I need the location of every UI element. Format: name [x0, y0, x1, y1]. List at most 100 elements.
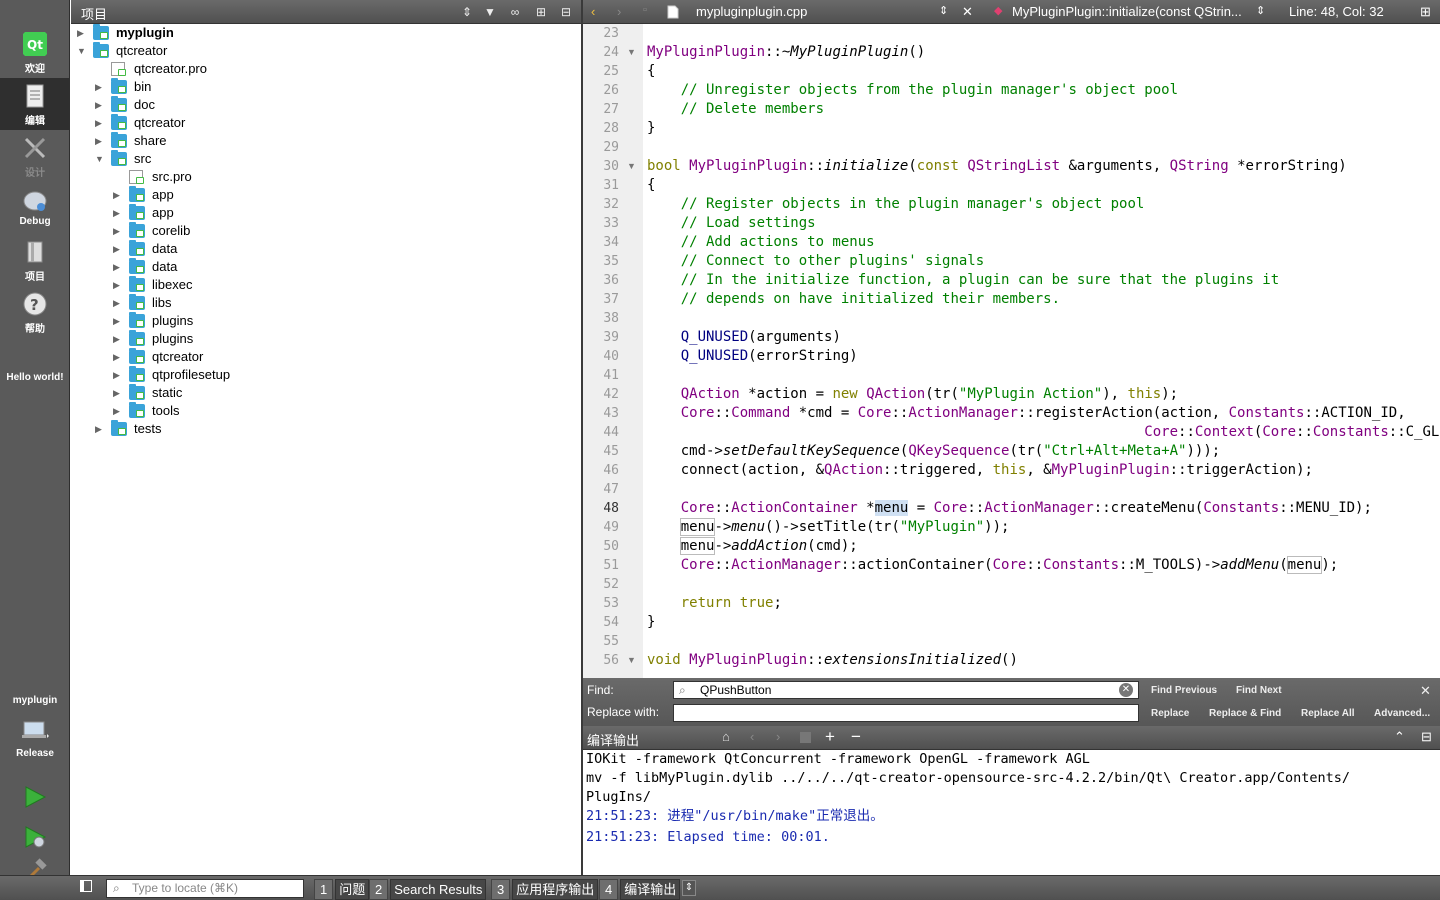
- expand-arrow-icon[interactable]: ▶: [113, 330, 123, 348]
- split-icon[interactable]: ⊞: [533, 4, 549, 20]
- split-editor-icon[interactable]: ⊞: [1420, 4, 1431, 20]
- filter-icon[interactable]: ▼: [482, 4, 498, 20]
- tab-name: Search Results: [390, 879, 487, 900]
- run-icon[interactable]: [22, 784, 48, 810]
- replace-find-button[interactable]: Replace & Find: [1209, 708, 1281, 719]
- mode-help[interactable]: ? 帮助: [0, 286, 70, 338]
- line-number: 43: [603, 406, 619, 421]
- line-number: 51: [603, 558, 619, 573]
- next-item-icon[interactable]: ›: [776, 729, 780, 744]
- replace-all-button[interactable]: Replace All: [1301, 708, 1355, 719]
- expand-arrow-icon[interactable]: ▶: [95, 420, 105, 438]
- tree-label: qtcreator.pro: [134, 61, 207, 76]
- line-number: 55: [603, 634, 619, 649]
- line-number: 53: [603, 596, 619, 611]
- fold-marker-icon[interactable]: ▼: [627, 157, 637, 176]
- expand-arrow-icon[interactable]: ▶: [95, 78, 105, 96]
- zoom-out-icon[interactable]: −: [851, 727, 861, 747]
- back-icon[interactable]: ‹: [591, 4, 595, 19]
- code-line: return true;: [680, 595, 782, 611]
- more-tabs-icon[interactable]: ⇕: [682, 880, 696, 896]
- tree-label: qtprofilesetup: [152, 367, 231, 382]
- tree-label: corelib: [152, 223, 191, 238]
- close-file-icon[interactable]: ✕: [962, 4, 973, 20]
- expand-arrow-icon[interactable]: ▶: [113, 240, 123, 258]
- kit-project-name[interactable]: myplugin: [0, 695, 70, 706]
- locator-input[interactable]: ⌕ Type to locate (⌘K): [106, 879, 304, 898]
- code-line: // depends on have initialized their mem…: [680, 291, 1061, 307]
- close-find-icon[interactable]: ✕: [1420, 683, 1431, 699]
- collapse-arrow-icon[interactable]: ▼: [95, 150, 105, 168]
- mode-welcome[interactable]: Qt 欢迎: [0, 26, 70, 78]
- stop-icon[interactable]: [800, 732, 811, 743]
- find-next-button[interactable]: Find Next: [1236, 685, 1282, 696]
- find-input[interactable]: ⌕ QPushButton ✕: [673, 681, 1139, 699]
- zoom-in-icon[interactable]: +: [825, 727, 835, 747]
- kit-selector-icon[interactable]: [21, 720, 49, 742]
- code-line: // Connect to other plugins' signals: [680, 253, 985, 269]
- fold-marker-icon[interactable]: ▼: [627, 43, 637, 62]
- expand-arrow-icon[interactable]: ▶: [113, 312, 123, 330]
- code-line: MyPluginPlugin::~MyPluginPlugin(): [647, 44, 926, 60]
- tab-issues[interactable]: 1 问题: [314, 879, 370, 900]
- previous-item-icon[interactable]: ‹: [750, 729, 754, 744]
- mode-edit[interactable]: 编辑: [0, 78, 70, 130]
- replace-button[interactable]: Replace: [1151, 708, 1189, 719]
- expand-arrow-icon[interactable]: ▶: [95, 114, 105, 132]
- expand-arrow-icon[interactable]: ▶: [113, 222, 123, 240]
- tab-search-results[interactable]: 2 Search Results: [369, 879, 487, 900]
- code-line: bool MyPluginPlugin::initialize(const QS…: [647, 158, 1347, 174]
- find-previous-button[interactable]: Find Previous: [1151, 685, 1217, 696]
- expand-arrow-icon[interactable]: ▶: [113, 348, 123, 366]
- kit-build-config[interactable]: Release: [0, 748, 70, 759]
- code-line: // Add actions to menus: [680, 234, 875, 250]
- collapse-arrow-icon[interactable]: ▼: [77, 42, 87, 60]
- code-line: Q_UNUSED(arguments): [680, 329, 841, 345]
- tab-compile-output[interactable]: 4 编译输出: [599, 879, 681, 900]
- tab-application-output[interactable]: 3 应用程序输出: [491, 879, 599, 900]
- expand-arrow-icon[interactable]: ▶: [113, 402, 123, 420]
- expand-arrow-icon[interactable]: ▶: [95, 96, 105, 114]
- line-number: 24: [603, 45, 619, 60]
- cursor-position[interactable]: Line: 48, Col: 32: [1289, 4, 1384, 19]
- expand-arrow-icon[interactable]: ▶: [113, 276, 123, 294]
- expand-arrow-icon[interactable]: ▶: [113, 258, 123, 276]
- toggle-sidebar-icon[interactable]: [80, 880, 92, 892]
- close-pane-icon[interactable]: ⊟: [1421, 729, 1432, 745]
- project-tree: ▶ myplugin ▼ qtcreator qtcreator.pro ▶ bin …: [71, 24, 581, 875]
- fold-marker-icon[interactable]: ▼: [627, 651, 637, 670]
- symbol-selector[interactable]: MyPluginPlugin::initialize(const QStrin.…: [1012, 4, 1242, 19]
- clear-icon[interactable]: ✕: [1119, 683, 1133, 697]
- expand-arrow-icon[interactable]: ▶: [113, 384, 123, 402]
- advanced-button[interactable]: Advanced...: [1374, 708, 1430, 719]
- expand-arrow-icon[interactable]: ▶: [113, 186, 123, 204]
- expand-arrow-icon[interactable]: ▶: [95, 132, 105, 150]
- expand-arrow-icon[interactable]: ▶: [113, 204, 123, 222]
- close-panel-icon[interactable]: ⊟: [558, 4, 574, 20]
- mode-design[interactable]: 设计: [0, 130, 70, 182]
- expand-arrow-icon[interactable]: ▶: [113, 366, 123, 384]
- expand-arrow-icon[interactable]: ▶: [113, 294, 123, 312]
- search-icon[interactable]: ⌕: [679, 682, 686, 698]
- forward-icon[interactable]: ›: [617, 4, 621, 19]
- replace-input[interactable]: [673, 704, 1139, 722]
- debug-run-icon[interactable]: [22, 824, 48, 850]
- code-editor[interactable]: 23 24 25 26 27 28 29 30 31 32 33 34 35 36 37 38 39 40 41 42…: [583, 24, 1440, 678]
- view-switch-icon[interactable]: ⇕: [459, 4, 475, 20]
- mode-debug[interactable]: Debug: [0, 182, 70, 234]
- folder-icon: [111, 420, 127, 436]
- maximize-pane-icon[interactable]: ⌃: [1394, 729, 1405, 745]
- clear-output-icon[interactable]: ⌂: [722, 729, 730, 744]
- project-panel-title[interactable]: 项目: [81, 4, 107, 23]
- qt-logo-icon: Qt: [23, 32, 47, 56]
- open-file-name[interactable]: mypluginplugin.cpp: [696, 4, 807, 19]
- line-number: 33: [603, 216, 619, 231]
- link-icon[interactable]: ∞: [507, 4, 523, 20]
- symbol-dropdown-icon[interactable]: ⇕: [1256, 4, 1265, 17]
- expand-arrow-icon[interactable]: ▶: [77, 24, 87, 42]
- file-dropdown-icon[interactable]: ⇕: [939, 4, 948, 17]
- code-line: {: [647, 177, 656, 193]
- project-folder-icon: [93, 42, 109, 58]
- folder-icon: [129, 258, 145, 274]
- mode-projects[interactable]: 项目: [0, 234, 70, 286]
